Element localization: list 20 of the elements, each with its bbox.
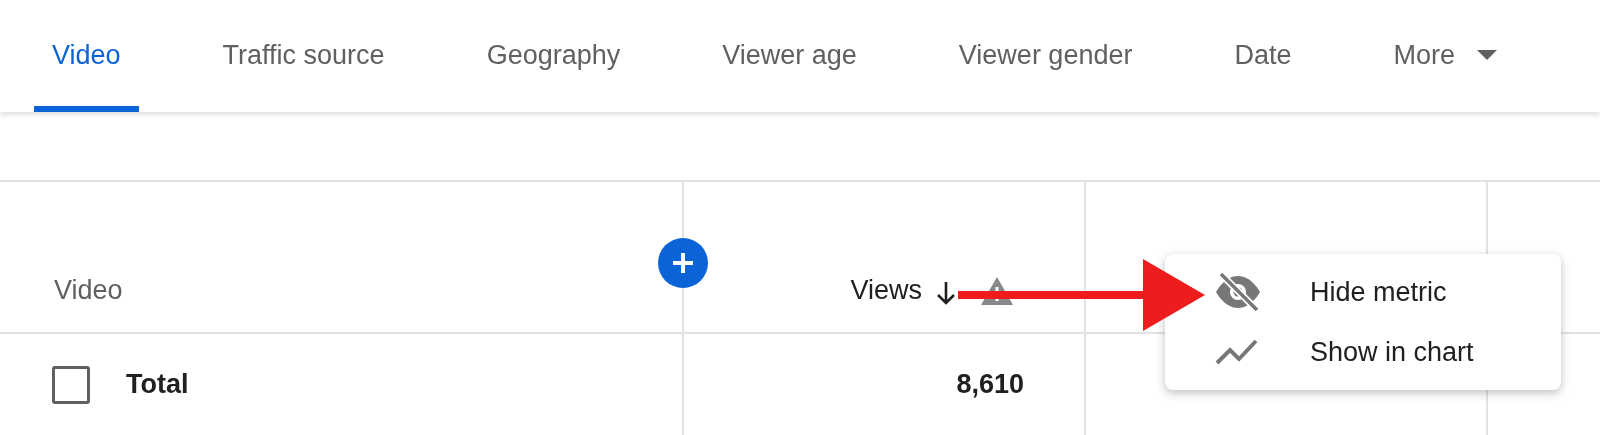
menu-item-label: Show in chart [1310,336,1474,368]
tab[interactable]: Geography [468,0,639,112]
table-cell: 8,610 [956,369,1024,400]
menu-item[interactable]: Hide metric [1213,262,1561,322]
tab[interactable]: Video [34,0,139,112]
tab[interactable]: Viewer age [704,0,875,112]
checkbox[interactable] [52,365,90,404]
tab[interactable]: More [1375,0,1515,112]
tab[interactable]: Date [1216,0,1310,112]
tab[interactable]: Traffic source [204,0,403,112]
menu-item-label: Hide metric [1310,276,1447,308]
eye-off-icon [1213,272,1263,312]
column-header: Video [54,275,123,306]
menu-item[interactable]: Show in chart [1213,322,1561,382]
tab[interactable]: Viewer gender [940,0,1151,112]
table-cell: Total [126,369,189,400]
plus-icon [670,250,696,276]
add-metric-button[interactable] [658,238,708,288]
column-header: Views [850,275,922,306]
caret-icon [1477,50,1497,60]
